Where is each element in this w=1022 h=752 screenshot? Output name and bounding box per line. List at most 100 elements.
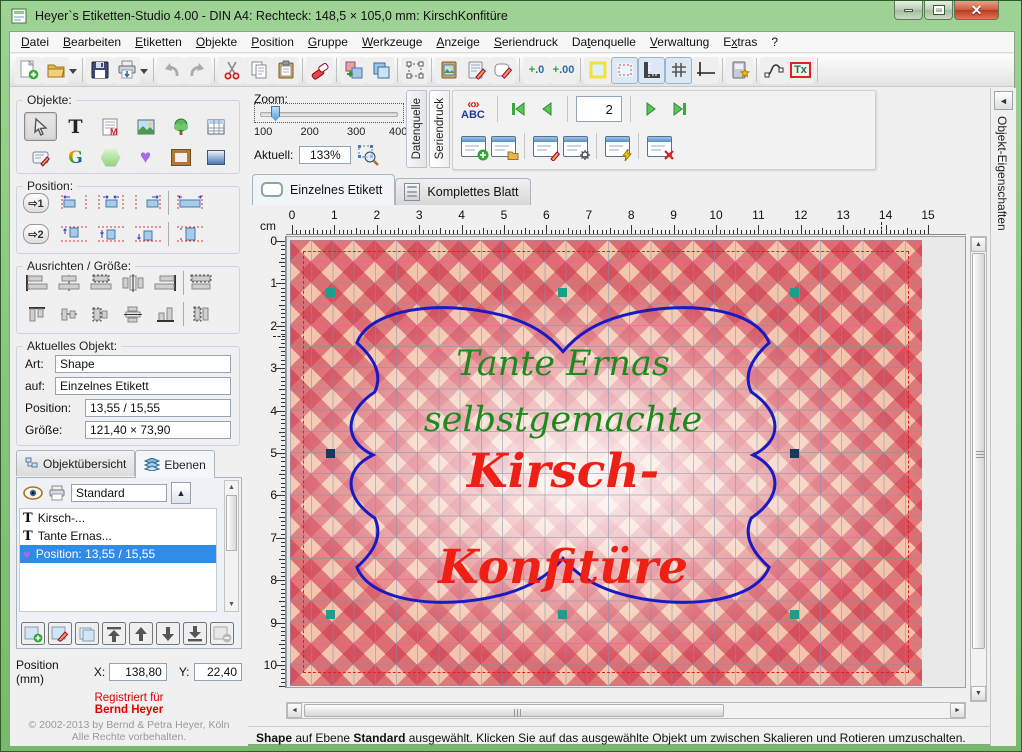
menu-item-position[interactable]: Position — [244, 32, 301, 52]
arrange-object-icon[interactable] — [340, 57, 367, 84]
position-stretch-v-icon[interactable] — [171, 221, 208, 247]
datasource-edit-button[interactable] — [533, 136, 558, 157]
tab-einzelnes-etikett[interactable]: Einzelnes Etikett — [252, 174, 395, 205]
tool-data-field[interactable] — [24, 143, 57, 172]
datasource-new-button[interactable] — [461, 136, 486, 157]
label-line-4[interactable]: Konfitüre — [330, 540, 796, 595]
layer-name-field[interactable]: Standard — [71, 484, 167, 502]
print-dropdown-icon[interactable] — [140, 69, 148, 78]
objekt-groesse-field[interactable]: 121,40 × 73,90 — [85, 421, 231, 439]
align-right-icon[interactable] — [149, 270, 181, 296]
decimal-one-icon[interactable]: +.0 — [523, 57, 550, 84]
position-preset-1-button[interactable]: ⇨1 — [23, 193, 49, 213]
decimal-two-icon[interactable]: +.00 — [550, 57, 577, 84]
scroll-down-icon[interactable]: ▼ — [971, 686, 986, 701]
previous-record-button[interactable] — [535, 97, 559, 121]
zoom-slider-track[interactable] — [260, 112, 398, 117]
paste-image-icon[interactable] — [435, 57, 462, 84]
tool-picture-frame[interactable] — [164, 143, 197, 172]
selection-handle[interactable] — [326, 449, 335, 458]
cut-icon[interactable] — [218, 57, 245, 84]
tab-ebenen[interactable]: Ebenen — [135, 450, 214, 478]
objekt-position-field[interactable]: 13,55 / 15,55 — [85, 399, 231, 417]
layers-scroll-up-icon[interactable]: ▲ — [225, 481, 238, 494]
selection-handle[interactable] — [790, 610, 799, 619]
menu-item-datenquelle[interactable]: Datenquelle — [565, 32, 643, 52]
print-icon[interactable] — [113, 57, 140, 84]
layer-spin-up-button[interactable]: ▲ — [171, 482, 191, 504]
maximize-button[interactable] — [924, 1, 953, 20]
first-record-button[interactable] — [506, 97, 530, 121]
layer-print-icon[interactable] — [47, 485, 67, 501]
layer-edit-button[interactable] — [48, 622, 72, 645]
label-line-1[interactable]: Tante Ernas — [330, 344, 796, 384]
menu-item-objekte[interactable]: Objekte — [189, 32, 244, 52]
label-canvas[interactable]: Tante Ernas selbstgemachte Kirsch- Konfi… — [290, 240, 922, 686]
same-height-icon[interactable] — [186, 301, 216, 327]
layer-duplicate-button[interactable] — [75, 622, 99, 645]
tool-shape-heart[interactable]: ♥ — [129, 143, 162, 172]
page-color-icon[interactable] — [584, 57, 611, 84]
grid-toggle-icon[interactable] — [665, 57, 692, 84]
position-right-icon[interactable] — [129, 190, 166, 216]
tab-seriendruck-vertical[interactable]: Seriendruck — [429, 90, 450, 168]
datasource-refresh-button[interactable] — [605, 136, 630, 157]
zoom-slider[interactable] — [254, 103, 404, 123]
menu-item-seriendruck[interactable]: Seriendruck — [487, 32, 565, 52]
align-top-icon[interactable] — [21, 301, 53, 327]
menu-item-bearbeiten[interactable]: Bearbeiten — [56, 32, 128, 52]
menu-item-verwaltung[interactable]: Verwaltung — [643, 32, 716, 52]
label-line-2[interactable]: selbstgemachte — [330, 400, 796, 440]
align-center-sel-icon[interactable] — [85, 270, 117, 296]
datasource-settings-button[interactable] — [563, 136, 588, 157]
selection-handle[interactable] — [326, 288, 335, 297]
layers-scroll-thumb[interactable] — [226, 495, 237, 551]
layers-scrollbar[interactable]: ▲ ▼ — [224, 480, 239, 612]
tool-fill-gradient[interactable] — [199, 143, 232, 172]
menu-item-gruppe[interactable]: Gruppe — [301, 32, 355, 52]
canvas-horizontal-scrollbar[interactable]: ◄ ► — [286, 702, 966, 719]
canvas-viewport[interactable]: Tante Ernas selbstgemachte Kirsch- Konfi… — [286, 236, 966, 688]
selection-handle[interactable] — [790, 288, 799, 297]
align-left-icon[interactable] — [21, 270, 53, 296]
layer-item[interactable]: TTante Ernas... — [20, 527, 216, 545]
tab-komplettes-blatt[interactable]: Komplettes Blatt — [395, 178, 531, 205]
position-stretch-h-icon[interactable] — [171, 190, 208, 216]
objekt-eigenschaften-title[interactable]: Objekt-Eigenschaften — [995, 116, 1009, 231]
copy-icon[interactable] — [245, 57, 272, 84]
align-middle-icon[interactable] — [53, 301, 85, 327]
save-view-icon[interactable] — [726, 57, 753, 84]
label-line-3[interactable]: Kirsch- — [330, 444, 796, 499]
scroll-up-icon[interactable]: ▲ — [971, 237, 986, 252]
selection-handle[interactable] — [558, 288, 567, 297]
close-button[interactable]: ✕ — [954, 1, 999, 20]
merge-preview-icon[interactable]: «» ABC — [461, 98, 485, 121]
selection-handle[interactable] — [790, 449, 799, 458]
tool-clipart[interactable] — [164, 112, 197, 141]
draw-edit-icon[interactable] — [489, 57, 516, 84]
tool-table[interactable] — [199, 112, 232, 141]
layer-up-button[interactable] — [129, 622, 153, 645]
canvas-vertical-scrollbar[interactable]: ▲ ▼ — [970, 236, 987, 702]
position-left-icon[interactable] — [55, 190, 92, 216]
layer-add-button[interactable] — [21, 622, 45, 645]
minimize-button[interactable] — [894, 1, 923, 20]
last-record-button[interactable] — [668, 97, 692, 121]
save-icon[interactable] — [86, 57, 113, 84]
ruler-toggle-icon[interactable] — [638, 57, 665, 84]
layer-to-bottom-button[interactable] — [183, 622, 207, 645]
curve-edit-icon[interactable] — [760, 57, 787, 84]
expand-properties-button[interactable]: ◄ — [994, 91, 1013, 110]
mirror-v-icon[interactable] — [117, 301, 149, 327]
auf-field[interactable]: Einzelnes Etikett — [55, 377, 231, 395]
same-width-icon[interactable] — [186, 270, 216, 296]
layer-remove-button[interactable] — [210, 622, 234, 645]
zoom-slider-thumb[interactable] — [271, 106, 280, 121]
menu-item-anzeige[interactable]: Anzeige — [429, 32, 486, 52]
record-number-field[interactable]: 2 — [576, 96, 622, 122]
zoom-value-field[interactable]: 133% — [299, 146, 351, 164]
scroll-left-icon[interactable]: ◄ — [287, 703, 302, 718]
scroll-right-icon[interactable]: ► — [950, 703, 965, 718]
redo-icon[interactable] — [184, 57, 211, 84]
layer-visible-eye-icon[interactable] — [23, 486, 43, 500]
